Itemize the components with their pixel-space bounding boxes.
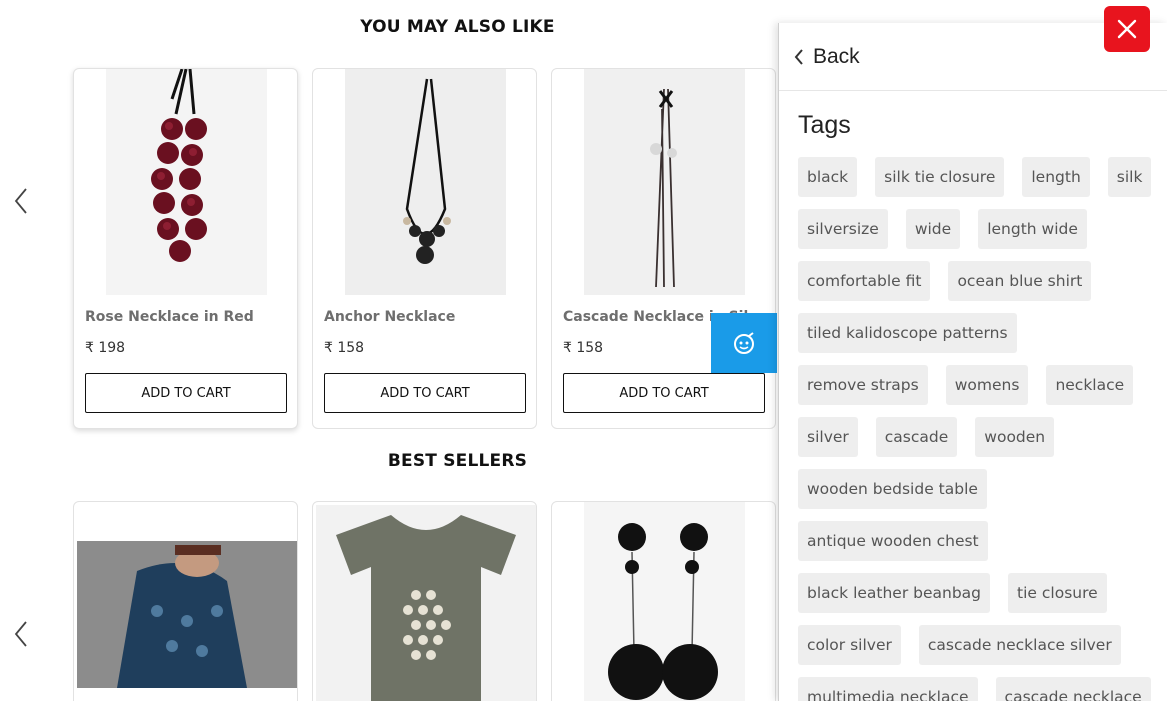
add-to-cart-button[interactable]: ADD TO CART (324, 373, 526, 413)
close-icon (1117, 19, 1137, 39)
product-image[interactable] (316, 505, 536, 701)
tag-chip[interactable]: length (1022, 157, 1090, 197)
tag-chip[interactable]: wooden bedside table (798, 469, 987, 509)
chat-bot-icon (734, 332, 754, 354)
carousel-prev-arrow[interactable] (12, 619, 32, 649)
tags-list: black silk tie closure length silk silve… (798, 157, 1163, 701)
tag-chip[interactable]: ocean blue shirt (948, 261, 1092, 301)
tag-chip[interactable]: womens (945, 365, 1029, 405)
product-card[interactable] (551, 501, 776, 701)
tag-chip[interactable]: antique wooden chest (798, 521, 988, 561)
product-card[interactable]: Cascade Necklace in Sil ₹ 158 ADD TO CAR… (551, 68, 776, 429)
tag-chip[interactable]: comfortable fit (798, 261, 931, 301)
tags-title: Tags (798, 111, 851, 139)
tag-chip[interactable]: tie closure (1008, 573, 1107, 613)
add-to-cart-button[interactable]: ADD TO CART (85, 373, 287, 413)
product-price: ₹ 198 (85, 340, 126, 356)
product-image[interactable] (584, 69, 745, 295)
tags-panel: Back Tags black silk tie closure length … (778, 23, 1167, 701)
back-label: Back (813, 44, 860, 68)
close-button[interactable] (1104, 6, 1150, 52)
product-card[interactable]: Anchor Necklace ₹ 158 ADD TO CART (312, 68, 537, 429)
product-name[interactable]: Anchor Necklace (324, 309, 455, 325)
tag-chip[interactable]: remove straps (798, 365, 928, 405)
tag-chip[interactable]: necklace (1046, 365, 1134, 405)
tag-chip[interactable]: cascade (875, 417, 958, 457)
product-card[interactable] (312, 501, 537, 701)
product-image[interactable] (106, 69, 267, 295)
tag-chip[interactable]: silk (1107, 157, 1152, 197)
back-chevron-icon (794, 48, 803, 65)
product-card[interactable]: Rose Necklace in Red ₹ 198 ADD TO CART (73, 68, 298, 429)
product-image[interactable] (345, 69, 506, 295)
chevron-left-icon (14, 621, 27, 647)
tag-chip[interactable]: silversize (798, 209, 888, 249)
tag-chip[interactable]: length wide (978, 209, 1087, 249)
tag-chip[interactable]: multimedia necklace (798, 677, 978, 701)
product-price: ₹ 158 (563, 340, 604, 356)
carousel-prev-arrow[interactable] (12, 186, 32, 216)
tag-chip[interactable]: color silver (798, 625, 901, 665)
tag-chip[interactable]: tiled kalidoscope patterns (798, 313, 1017, 353)
tag-chip[interactable]: black leather beanbag (798, 573, 991, 613)
tag-chip[interactable]: cascade necklace silver (918, 625, 1121, 665)
tag-chip[interactable]: wide (905, 209, 961, 249)
tag-chip[interactable]: silver (798, 417, 858, 457)
tag-chip[interactable]: silk tie closure (875, 157, 1005, 197)
product-image[interactable] (77, 541, 297, 688)
product-price: ₹ 158 (324, 340, 365, 356)
tag-chip[interactable]: black (798, 157, 858, 197)
product-card[interactable] (73, 501, 298, 701)
chevron-left-icon (14, 188, 27, 214)
product-name[interactable]: Rose Necklace in Red (85, 309, 254, 325)
tag-chip[interactable]: cascade necklace (995, 677, 1151, 701)
product-image[interactable] (584, 502, 745, 701)
add-to-cart-button[interactable]: ADD TO CART (563, 373, 765, 413)
chat-widget-button[interactable] (711, 313, 777, 373)
tag-chip[interactable]: wooden (975, 417, 1055, 457)
